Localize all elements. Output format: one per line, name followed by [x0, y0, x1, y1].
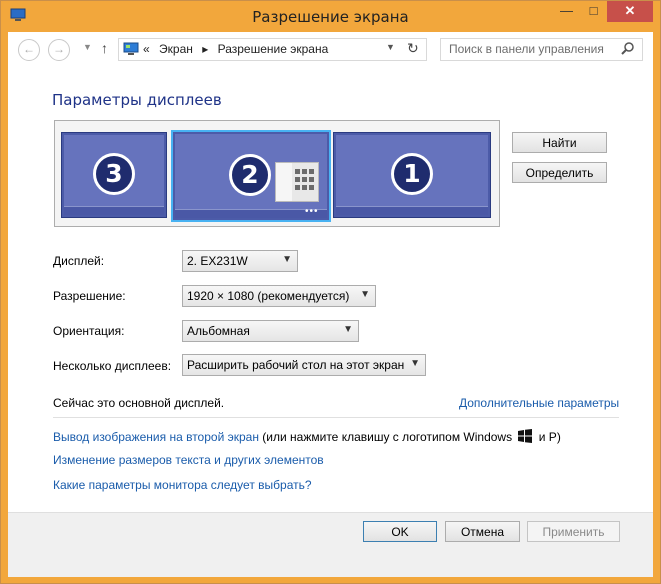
refresh-icon[interactable]: ↻	[407, 40, 419, 57]
screen-resolution-window: Разрешение экрана — □ ✕ ← → ▼ ↑ « Экран …	[0, 0, 661, 584]
project-hint-text: (или нажмите клавишу с логотипом Windows	[258, 430, 516, 444]
project-hint-suffix: и P)	[535, 430, 561, 444]
which-monitor-settings-link[interactable]: Какие параметры монитора следует выбрать…	[53, 478, 312, 492]
search-placeholder: Поиск в панели управления	[449, 42, 604, 56]
multiple-displays-label: Несколько дисплеев:	[53, 359, 172, 373]
back-button[interactable]: ←	[18, 39, 40, 61]
resize-text-link[interactable]: Изменение размеров текста и других элеме…	[53, 453, 324, 467]
multiple-displays-select-value: Расширить рабочий стол на этот экран	[187, 358, 405, 372]
title-bar[interactable]: Разрешение экрана — □ ✕	[1, 1, 660, 32]
display-label: Дисплей:	[53, 254, 105, 268]
page-title: Параметры дисплеев	[52, 91, 222, 109]
display-select-value: 2. EX231W	[187, 254, 248, 268]
up-level-button[interactable]: ↑	[101, 40, 108, 56]
primary-display-status: Сейчас это основной дисплей.	[53, 396, 225, 410]
recent-locations-chevron-icon[interactable]: ▼	[83, 42, 92, 52]
more-dots-icon: •••	[305, 206, 319, 217]
breadcrumb-prefix[interactable]: «	[143, 42, 150, 56]
address-bar[interactable]: « Экран ▸ Разрешение экрана ▼ ↻	[118, 38, 427, 61]
display-select[interactable]: 2. EX231W ▼	[182, 250, 298, 272]
advanced-settings-link[interactable]: Дополнительные параметры	[459, 396, 619, 410]
breadcrumb-item-display[interactable]: Экран	[159, 42, 193, 56]
close-button[interactable]: ✕	[607, 1, 653, 22]
monitor-number-badge: 3	[93, 153, 135, 195]
breadcrumb: « Экран ▸ Разрешение экрана	[143, 42, 334, 56]
maximize-button[interactable]: □	[580, 1, 607, 22]
monitor-2-selected[interactable]: 2 •••	[171, 130, 331, 222]
orientation-label: Ориентация:	[53, 324, 125, 338]
find-button[interactable]: Найти	[512, 132, 607, 153]
primary-display-icon	[275, 162, 319, 202]
dialog-footer: OK Отмена Применить	[8, 512, 653, 577]
search-input[interactable]: Поиск в панели управления	[440, 38, 643, 61]
orientation-select-value: Альбомная	[187, 324, 250, 338]
monitor-3[interactable]: 3	[61, 132, 167, 218]
navigation-bar: ← → ▼ ↑ « Экран ▸ Разрешение экрана ▼ ↻ …	[8, 32, 653, 67]
identify-button[interactable]: Определить	[512, 162, 607, 183]
resolution-label: Разрешение:	[53, 289, 126, 303]
project-line: Вывод изображения на второй экран (или н…	[53, 429, 561, 444]
multiple-displays-select[interactable]: Расширить рабочий стол на этот экран ▼	[182, 354, 426, 376]
monitor-arrangement-area[interactable]: 3 2 ••• 1	[54, 120, 500, 227]
main-content: Параметры дисплеев 3 2 ••• 1 Найти Опред…	[8, 67, 653, 512]
forward-button[interactable]: →	[48, 39, 70, 61]
address-history-chevron-icon[interactable]: ▼	[386, 42, 395, 52]
breadcrumb-separator[interactable]: ▸	[202, 42, 208, 56]
monitor-number-badge: 2	[229, 154, 271, 196]
apply-button[interactable]: Применить	[527, 521, 620, 542]
windows-logo-icon	[518, 429, 533, 443]
control-panel-icon	[123, 42, 139, 55]
resolution-select[interactable]: 1920 × 1080 (рекомендуется) ▼	[182, 285, 376, 307]
orientation-select[interactable]: Альбомная ▼	[182, 320, 359, 342]
monitor-number-badge: 1	[391, 153, 433, 195]
chevron-down-icon: ▼	[343, 324, 353, 335]
project-to-second-screen-link[interactable]: Вывод изображения на второй экран	[53, 430, 259, 444]
chevron-down-icon: ▼	[360, 289, 370, 300]
divider	[53, 417, 619, 418]
resolution-select-value: 1920 × 1080 (рекомендуется)	[187, 289, 350, 303]
chevron-down-icon: ▼	[410, 358, 420, 369]
chevron-down-icon: ▼	[282, 254, 292, 265]
search-icon[interactable]	[621, 41, 635, 55]
cancel-button[interactable]: Отмена	[445, 521, 520, 542]
minimize-button[interactable]: —	[553, 1, 580, 22]
ok-button[interactable]: OK	[363, 521, 437, 542]
monitor-1[interactable]: 1	[333, 132, 491, 218]
breadcrumb-item-resolution[interactable]: Разрешение экрана	[218, 42, 329, 56]
